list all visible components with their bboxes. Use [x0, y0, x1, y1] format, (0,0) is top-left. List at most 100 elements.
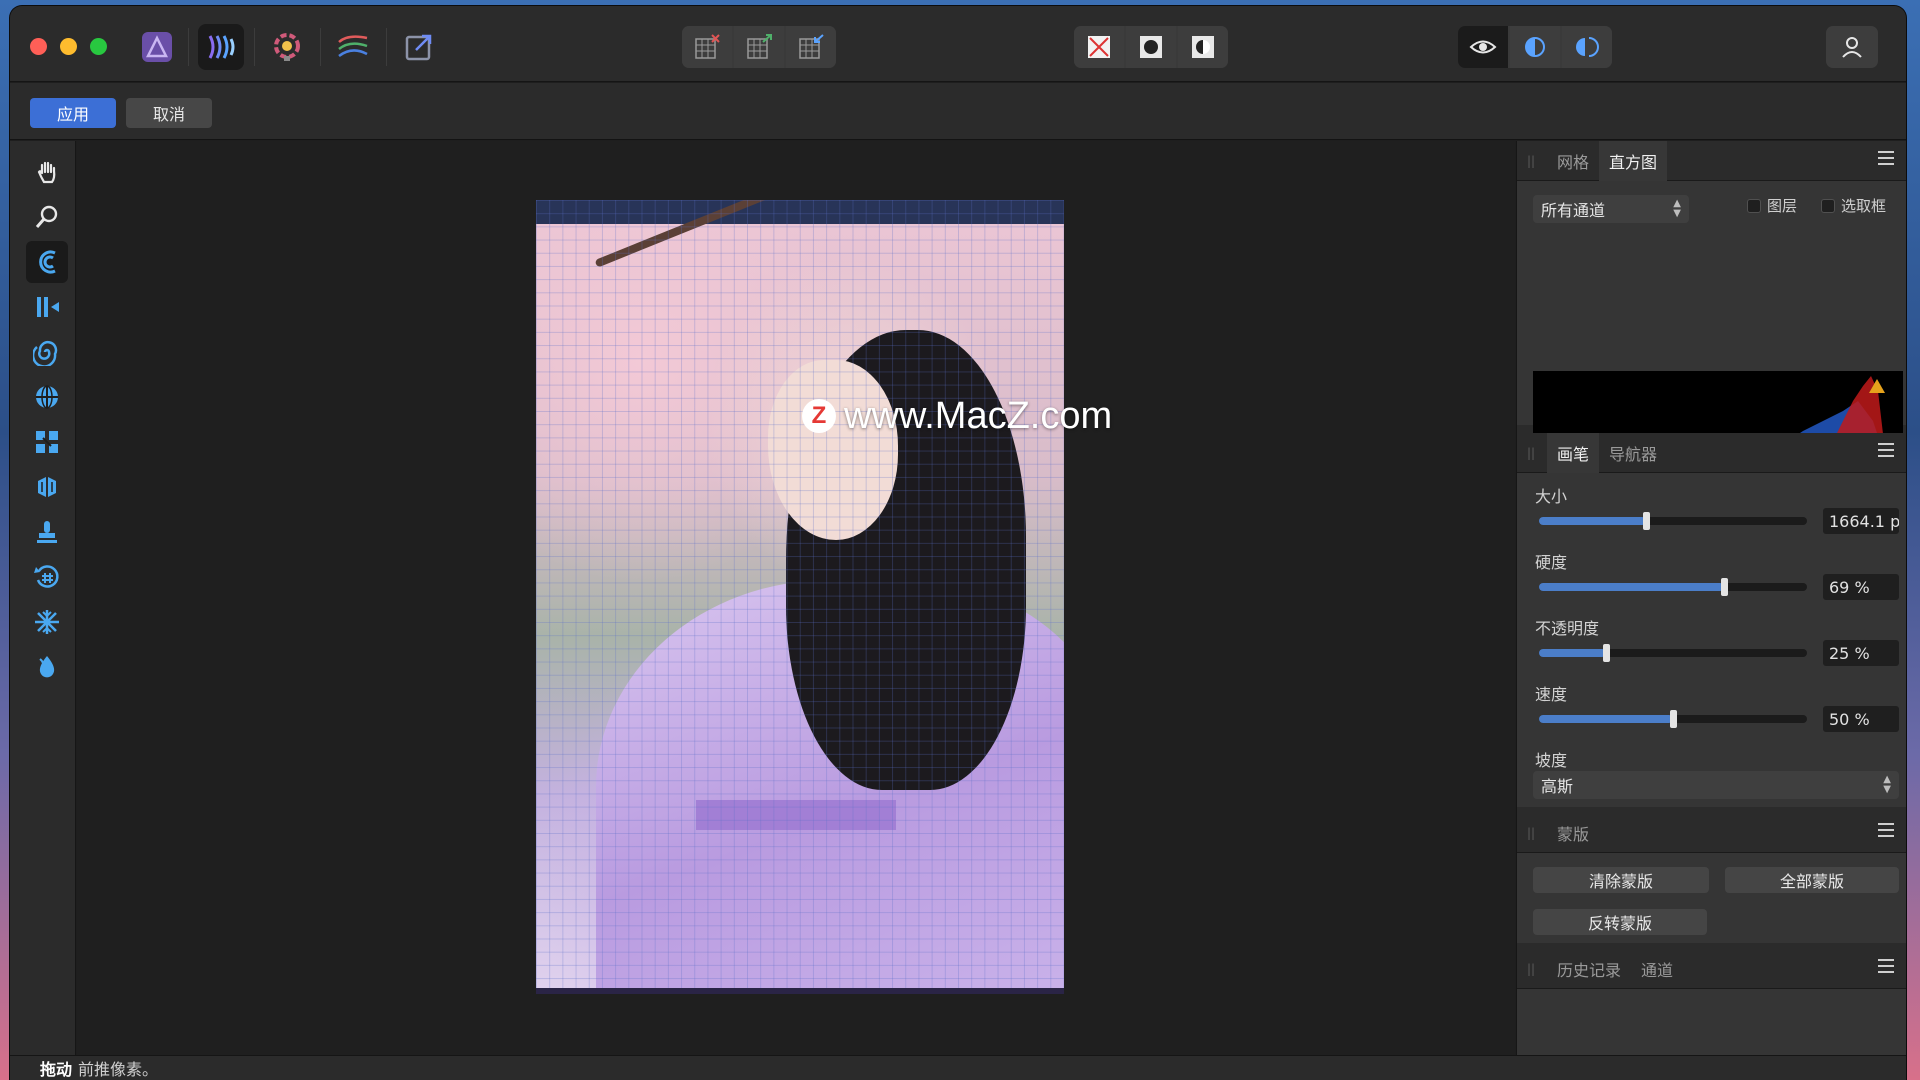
split-view-button[interactable] — [1510, 26, 1560, 68]
slider-thumb[interactable] — [1643, 512, 1651, 530]
layer-checkbox-label: 图层 — [1767, 197, 1798, 215]
document-canvas[interactable] — [77, 141, 1515, 1055]
opacity-label: 不透明度 — [1535, 619, 1600, 638]
tab-channels[interactable]: 通道 — [1631, 949, 1683, 989]
reset-mesh-icon — [799, 34, 824, 59]
panel-menu-icon[interactable] — [1878, 443, 1894, 457]
speed-slider[interactable] — [1539, 710, 1807, 728]
tab-brush[interactable]: 画笔 — [1547, 432, 1600, 473]
panel-grip-icon[interactable]: || — [1527, 962, 1537, 976]
liquify-persona-button[interactable] — [198, 24, 244, 70]
minimize-window-button[interactable] — [60, 38, 77, 55]
mask-panel: 清除蒙版 全部蒙版 反转蒙版 — [1517, 853, 1906, 943]
apply-mesh-button[interactable] — [734, 26, 784, 68]
zoom-icon — [35, 205, 58, 228]
push-left-icon — [37, 297, 59, 317]
histogram-panel-header: || 网格 直方图 — [1517, 140, 1906, 181]
panel-grip-icon[interactable]: || — [1527, 826, 1537, 840]
panel-grip-icon[interactable]: || — [1527, 154, 1537, 168]
watermark: Z www.MacZ.com — [802, 394, 1112, 438]
forward-warp-tool[interactable] — [26, 241, 68, 283]
hardness-value-field[interactable]: 69 % — [1823, 574, 1899, 600]
pinch-punch-tool[interactable] — [26, 376, 68, 418]
slider-thumb[interactable] — [1603, 644, 1610, 662]
status-action: 拖动 — [40, 1060, 73, 1079]
tab-history[interactable]: 历史记录 — [1547, 949, 1631, 989]
clone-tool[interactable] — [26, 511, 68, 553]
invert-mask-button[interactable]: 反转蒙版 — [1533, 909, 1707, 935]
tone-mapping-persona-button[interactable] — [330, 24, 376, 70]
full-mask-button[interactable]: 全部蒙版 — [1725, 867, 1899, 893]
opacity-value-field[interactable]: 25 % — [1823, 640, 1899, 666]
tab-navigator[interactable]: 导航器 — [1599, 433, 1667, 473]
liquify-mesh-grid — [536, 200, 1064, 994]
slider-thumb[interactable] — [1720, 578, 1728, 596]
slider-thumb[interactable] — [1670, 710, 1677, 728]
clone-stamp-icon — [37, 521, 57, 543]
channel-select[interactable]: 所有通道 ▲ ▼ — [1533, 195, 1689, 223]
panel-menu-icon[interactable] — [1878, 823, 1894, 837]
close-window-button[interactable] — [30, 38, 47, 55]
apply-mesh-icon — [747, 34, 772, 59]
fullscreen-window-button[interactable] — [90, 38, 107, 55]
account-button[interactable] — [1826, 26, 1878, 68]
tools-panel — [10, 141, 76, 1055]
develop-persona-button[interactable] — [264, 24, 310, 70]
zoom-tool[interactable] — [26, 196, 68, 238]
cancel-button[interactable]: 取消 — [126, 98, 212, 128]
push-left-tool[interactable] — [26, 286, 68, 328]
toolbar-divider — [320, 28, 321, 66]
clear-mesh-button[interactable] — [682, 26, 732, 68]
size-slider[interactable] — [1539, 512, 1807, 530]
panel-menu-icon[interactable] — [1878, 959, 1894, 973]
export-persona-button[interactable] — [396, 24, 442, 70]
channel-select-value: 所有通道 — [1541, 201, 1606, 220]
mirror-view-button[interactable] — [1562, 26, 1612, 68]
eye-icon — [1469, 40, 1497, 54]
panel-grip-icon[interactable]: || — [1527, 446, 1537, 460]
brush-panel: 大小 1664.1 p 硬度 69 % 不透明度 25 % 速度 50 % 坡度… — [1517, 473, 1906, 807]
turbulence-tool[interactable] — [26, 421, 68, 463]
twirl-tool[interactable] — [26, 331, 68, 373]
image-bottom-edge — [536, 988, 1064, 994]
mask-overlay-button[interactable] — [1178, 26, 1228, 68]
slider-fill — [1539, 649, 1606, 657]
status-bar: 拖动 前推像素。 — [10, 1055, 1906, 1080]
history-panel-header: || 历史记录 通道 — [1517, 949, 1906, 989]
mask-view-button[interactable] — [1126, 26, 1176, 68]
thaw-tool[interactable] — [26, 646, 68, 688]
apply-button[interactable]: 应用 — [30, 98, 116, 128]
mesh-actions-group — [682, 26, 836, 68]
thaw-icon — [39, 656, 55, 678]
clear-mesh-icon — [695, 34, 720, 59]
photo-persona-button[interactable] — [134, 24, 180, 70]
falloff-select[interactable]: 高斯 ▲ ▼ — [1533, 771, 1899, 799]
develop-persona-icon — [274, 33, 300, 61]
mask-view-group — [1074, 26, 1228, 68]
reconstruct-tool[interactable] — [26, 556, 68, 598]
studio-panels: || 网格 直方图 所有通道 ▲ ▼ 图层 选取框 || 画笔 导航器 大小 1… — [1516, 140, 1906, 1055]
mask-off-button[interactable] — [1074, 26, 1124, 68]
hand-tool[interactable] — [26, 151, 68, 193]
reset-mesh-button[interactable] — [786, 26, 836, 68]
freeze-tool[interactable] — [26, 601, 68, 643]
no-mask-icon — [1088, 36, 1110, 58]
falloff-label: 坡度 — [1535, 751, 1568, 770]
size-value-field[interactable]: 1664.1 p — [1823, 508, 1899, 534]
speed-value-field[interactable]: 50 % — [1823, 706, 1899, 732]
tab-histogram[interactable]: 直方图 — [1599, 140, 1668, 181]
selection-checkbox-label: 选取框 — [1841, 197, 1887, 215]
panel-menu-icon[interactable] — [1878, 151, 1894, 165]
hardness-slider[interactable] — [1539, 578, 1807, 596]
preview-toggle-button[interactable] — [1458, 26, 1508, 68]
hand-icon — [37, 161, 56, 184]
selection-checkbox[interactable]: 选取框 — [1821, 195, 1886, 216]
mesh-clone-tool[interactable] — [26, 466, 68, 508]
clear-mask-button[interactable]: 清除蒙版 — [1533, 867, 1709, 893]
user-icon — [1842, 37, 1862, 58]
slider-fill — [1539, 715, 1673, 723]
layer-checkbox[interactable]: 图层 — [1747, 195, 1797, 216]
tab-grid[interactable]: 网格 — [1547, 141, 1599, 181]
opacity-slider[interactable] — [1539, 644, 1807, 662]
document-image — [536, 200, 1064, 994]
